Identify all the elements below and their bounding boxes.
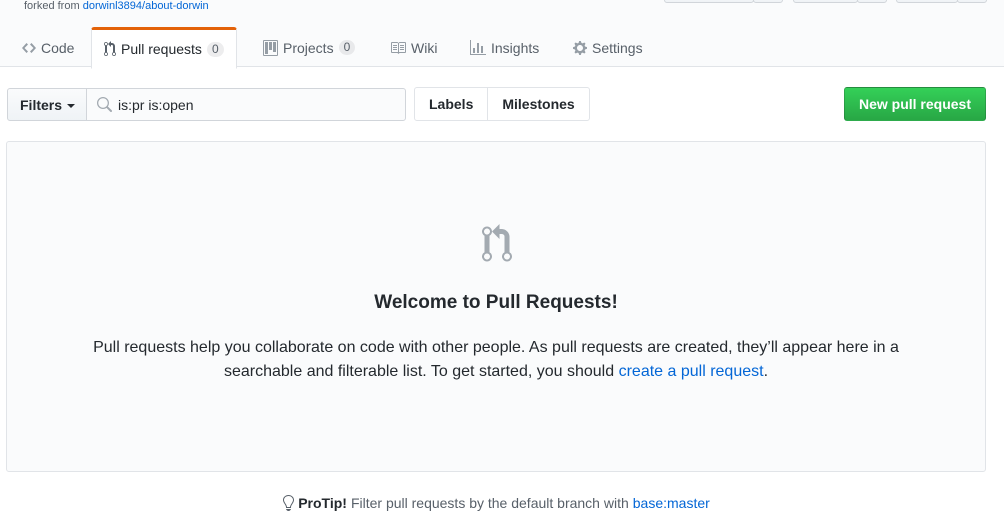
- search-input[interactable]: [118, 96, 398, 113]
- milestones-button[interactable]: Milestones: [487, 88, 588, 120]
- blankslate: Welcome to Pull Requests! Pull requests …: [6, 141, 986, 472]
- blankslate-icon-wrap: [479, 224, 515, 267]
- tab-projects-label: Projects: [283, 39, 334, 56]
- repo-header: forked from dorwinl3894/about-dorwin Cod…: [0, 0, 1004, 69]
- blankslate-end: .: [763, 363, 769, 380]
- tab-projects[interactable]: Projects 0: [251, 27, 367, 68]
- tab-code[interactable]: Code: [10, 27, 86, 68]
- search-box[interactable]: [86, 88, 406, 121]
- tab-pull-requests-label: Pull requests: [121, 41, 202, 57]
- blankslate-title: Welcome to Pull Requests!: [374, 292, 618, 313]
- projects-counter: 0: [338, 40, 356, 55]
- project-icon: [263, 39, 278, 56]
- watch-count-button[interactable]: [753, 0, 783, 3]
- search-icon: [97, 96, 112, 112]
- star-count-button[interactable]: [857, 0, 887, 3]
- protip: ProTip! Filter pull requests by the defa…: [0, 495, 992, 511]
- labels-button[interactable]: Labels: [415, 88, 487, 120]
- fork-button[interactable]: [896, 0, 958, 3]
- code-icon: [22, 42, 36, 53]
- forked-from-line: forked from dorwinl3894/about-dorwin: [24, 0, 209, 13]
- tab-pull-requests[interactable]: Pull requests 0: [91, 27, 237, 69]
- forked-from-label: forked from: [24, 0, 80, 12]
- filters-label: Filters: [20, 96, 63, 113]
- git-pull-request-icon: [482, 224, 512, 262]
- protip-label: ProTip!: [298, 495, 347, 511]
- pull-requests-counter: 0: [206, 41, 224, 57]
- tab-settings[interactable]: Settings: [561, 27, 655, 68]
- tab-code-label: Code: [41, 39, 75, 56]
- light-bulb-icon: [283, 495, 295, 511]
- star-button[interactable]: [793, 0, 858, 3]
- tab-insights-label: Insights: [491, 39, 540, 56]
- watch-button[interactable]: [664, 0, 754, 3]
- protip-text: Filter pull requests by the default bran…: [350, 495, 629, 511]
- git-pull-request-icon: [104, 41, 116, 57]
- graph-icon: [470, 39, 486, 55]
- tab-insights[interactable]: Insights: [458, 27, 551, 68]
- create-pull-request-link[interactable]: create a pull request: [619, 363, 764, 380]
- tab-settings-label: Settings: [592, 39, 643, 56]
- tab-wiki[interactable]: Wiki: [378, 27, 449, 68]
- repo-nav: Code Pull requests 0 Projects 0 Wiki Ins…: [0, 27, 1004, 69]
- book-icon: [391, 41, 406, 54]
- forked-from-link[interactable]: dorwinl3894/about-dorwin: [83, 0, 209, 12]
- labels-milestones-group: Labels Milestones: [414, 87, 590, 121]
- blankslate-body: Pull requests help you collaborate on co…: [93, 339, 899, 380]
- filters-button[interactable]: Filters: [7, 88, 87, 121]
- gear-icon: [573, 40, 587, 55]
- caret-down-icon: [67, 103, 76, 108]
- blankslate-text: Pull requests help you collaborate on co…: [57, 336, 935, 384]
- tab-wiki-label: Wiki: [411, 39, 438, 56]
- fork-count-button[interactable]: [957, 0, 987, 3]
- new-pull-request-button[interactable]: New pull request: [844, 87, 986, 121]
- base-master-link[interactable]: base:master: [633, 495, 710, 511]
